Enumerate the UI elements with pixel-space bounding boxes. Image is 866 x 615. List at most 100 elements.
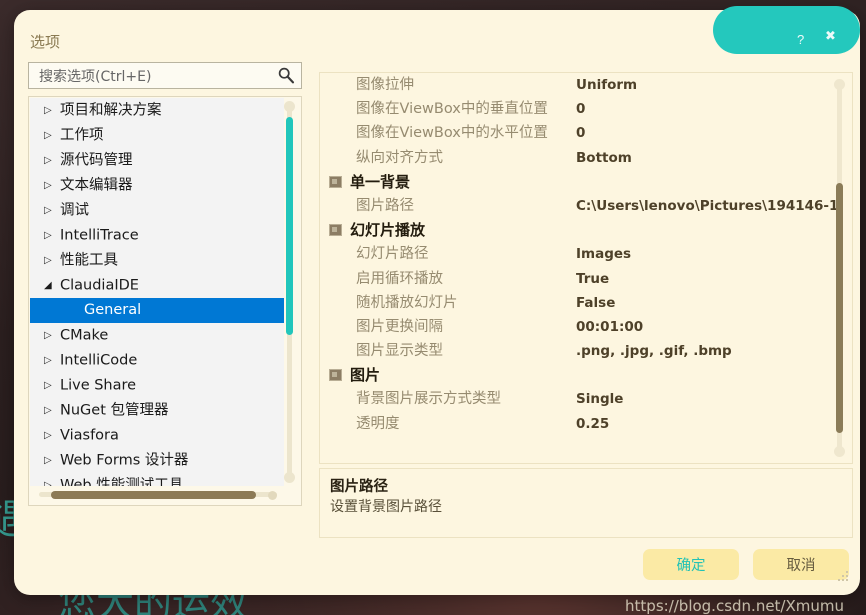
category-tree-list[interactable]: ▷ 项目和解决方案 ▷ 工作项 ▷ 源代码管理 ▷ 文本编辑器 ▷ 调试 ▷ IntelliTrace…: [30, 98, 284, 486]
scroll-thumb[interactable]: [836, 183, 843, 433]
property-row[interactable]: 随机播放幻灯片 False: [320, 291, 852, 315]
property-value[interactable]: 0.25: [576, 412, 609, 436]
property-category-row[interactable]: 幻灯片播放: [320, 218, 852, 242]
sidebar-item-label: IntelliTrace: [60, 227, 139, 244]
dialog-title: 选项: [30, 33, 61, 51]
property-row[interactable]: 图片更换间隔 00:01:00: [320, 315, 852, 339]
sidebar-item-3[interactable]: ▷ 文本编辑器: [30, 173, 284, 198]
sidebar-item-1[interactable]: ▷ 工作项: [30, 123, 284, 148]
chevron-down-icon[interactable]: ◢: [44, 273, 60, 298]
property-row[interactable]: 背景图片展示方式类型 Single: [320, 387, 852, 411]
chevron-right-icon[interactable]: ▷: [44, 148, 60, 173]
chevron-right-icon[interactable]: ▷: [44, 423, 60, 448]
sidebar-item-label: ClaudiaIDE: [60, 277, 139, 294]
sidebar-item-10[interactable]: ▷ IntelliCode: [30, 348, 284, 373]
search-icon[interactable]: [277, 66, 295, 84]
property-value[interactable]: Single: [576, 387, 623, 411]
property-name: 图片: [350, 366, 381, 385]
sidebar-item-11[interactable]: ▷ Live Share: [30, 373, 284, 398]
property-row[interactable]: 幻灯片路径 Images: [320, 242, 852, 266]
property-row[interactable]: 透明度 0.25: [320, 412, 852, 436]
sidebar-item-label: IntelliCode: [60, 352, 138, 369]
property-row[interactable]: 图像在ViewBox中的垂直位置 0: [320, 97, 852, 121]
chevron-right-icon[interactable]: ▷: [44, 448, 60, 473]
chevron-right-icon[interactable]: ▷: [44, 348, 60, 373]
property-value[interactable]: True: [576, 267, 609, 291]
description-panel: 图片路径 设置背景图片路径: [319, 468, 853, 538]
property-value[interactable]: 00:01:00: [576, 315, 643, 339]
scroll-thumb[interactable]: [286, 117, 293, 335]
property-value[interactable]: Bottom: [576, 146, 632, 170]
resize-grip-dot: [842, 579, 844, 581]
sidebar-item-0[interactable]: ▷ 项目和解决方案: [30, 98, 284, 123]
property-value[interactable]: 0: [576, 121, 585, 145]
chevron-right-icon[interactable]: ▷: [44, 98, 60, 123]
sidebar-item-15[interactable]: ▷ Web 性能测试工具: [30, 473, 284, 487]
chevron-right-icon[interactable]: ▷: [44, 323, 60, 348]
property-value[interactable]: 0: [576, 97, 585, 121]
sidebar-item-6[interactable]: ▷ 性能工具: [30, 248, 284, 273]
resize-grip[interactable]: [838, 571, 850, 583]
property-category-row[interactable]: 单一背景: [320, 170, 852, 194]
properties-grid: 图像拉伸 Uniform 图像在ViewBox中的垂直位置 0 图像在ViewBox中的…: [319, 72, 853, 464]
chevron-right-icon[interactable]: ▷: [44, 398, 60, 423]
category-collapse-icon[interactable]: [329, 224, 342, 237]
property-value[interactable]: .png, .jpg, .gif, .bmp: [576, 339, 732, 363]
property-name: 图像在ViewBox中的水平位置: [356, 125, 548, 142]
sidebar-item-8[interactable]: General: [30, 298, 284, 323]
sidebar-item-13[interactable]: ▷ Viasfora: [30, 423, 284, 448]
chevron-right-icon[interactable]: ▷: [44, 198, 60, 223]
chevron-right-icon[interactable]: ▷: [44, 473, 60, 486]
property-row[interactable]: 图片显示类型 .png, .jpg, .gif, .bmp: [320, 339, 852, 363]
chevron-right-icon[interactable]: ▷: [44, 373, 60, 398]
sidebar-item-7[interactable]: ◢ ClaudiaIDE: [30, 273, 284, 298]
cancel-button[interactable]: 取消: [753, 549, 849, 580]
sidebar-item-2[interactable]: ▷ 源代码管理: [30, 148, 284, 173]
property-name: 图片更换间隔: [356, 318, 443, 335]
properties-vertical-scrollbar[interactable]: [834, 79, 845, 457]
sidebar-item-12[interactable]: ▷ NuGet 包管理器: [30, 398, 284, 423]
category-collapse-icon[interactable]: [329, 369, 342, 382]
sidebar-item-4[interactable]: ▷ 调试: [30, 198, 284, 223]
scroll-cap-right: [268, 491, 277, 500]
property-name: 背景图片展示方式类型: [356, 391, 501, 408]
property-name: 幻灯片路径: [356, 246, 429, 263]
property-value[interactable]: C:\Users\lenovo\Pictures\194146-1: [576, 194, 838, 218]
category-collapse-icon[interactable]: [329, 175, 342, 188]
help-icon[interactable]: ?: [797, 33, 804, 46]
resize-grip-dot: [846, 579, 848, 581]
resize-grip-dot: [846, 571, 848, 573]
sidebar-item-5[interactable]: ▷ IntelliTrace: [30, 223, 284, 248]
search-box[interactable]: [28, 62, 302, 90]
properties-rows[interactable]: 图像拉伸 Uniform 图像在ViewBox中的垂直位置 0 图像在ViewBox中的…: [320, 73, 852, 436]
property-row[interactable]: 纵向对齐方式 Bottom: [320, 146, 852, 170]
sidebar-item-label: 工作项: [60, 127, 104, 144]
property-name: 启用循环播放: [356, 270, 443, 287]
sidebar-item-14[interactable]: ▷ Web Forms 设计器: [30, 448, 284, 473]
property-category-row[interactable]: 图片: [320, 363, 852, 387]
scroll-thumb[interactable]: [51, 491, 256, 499]
property-row[interactable]: 图像在ViewBox中的水平位置 0: [320, 121, 852, 145]
tree-vertical-scrollbar[interactable]: [284, 101, 295, 483]
property-row[interactable]: 图像拉伸 Uniform: [320, 73, 852, 97]
property-value[interactable]: Uniform: [576, 73, 637, 97]
ok-button[interactable]: 确定: [643, 549, 739, 580]
property-value[interactable]: False: [576, 291, 615, 315]
tree-horizontal-scrollbar[interactable]: [39, 489, 277, 500]
search-input[interactable]: [37, 63, 271, 90]
chevron-right-icon[interactable]: ▷: [44, 223, 60, 248]
property-row[interactable]: 启用循环播放 True: [320, 267, 852, 291]
property-name: 透明度: [356, 415, 400, 432]
options-dialog: 选项 ▷项目和解决方案▷工作项▷源代码管理▷文本编辑器▷调试▷IntelliTr…: [14, 10, 860, 595]
chevron-right-icon[interactable]: ▷: [44, 123, 60, 148]
category-tree-panel: ▷ 项目和解决方案 ▷ 工作项 ▷ 源代码管理 ▷ 文本编辑器 ▷ 调试 ▷ IntelliTrace…: [28, 96, 302, 506]
sidebar-item-9[interactable]: ▷ CMake: [30, 323, 284, 348]
property-name: 图片显示类型: [356, 343, 443, 360]
chevron-right-icon[interactable]: ▷: [44, 248, 60, 273]
sidebar-item-label: 文本编辑器: [60, 177, 133, 194]
sidebar-item-label: 性能工具: [60, 252, 118, 269]
close-icon[interactable]: ✖: [825, 29, 836, 42]
property-value[interactable]: Images: [576, 242, 631, 266]
chevron-right-icon[interactable]: ▷: [44, 173, 60, 198]
property-row[interactable]: 图片路径 C:\Users\lenovo\Pictures\194146-1: [320, 194, 852, 218]
